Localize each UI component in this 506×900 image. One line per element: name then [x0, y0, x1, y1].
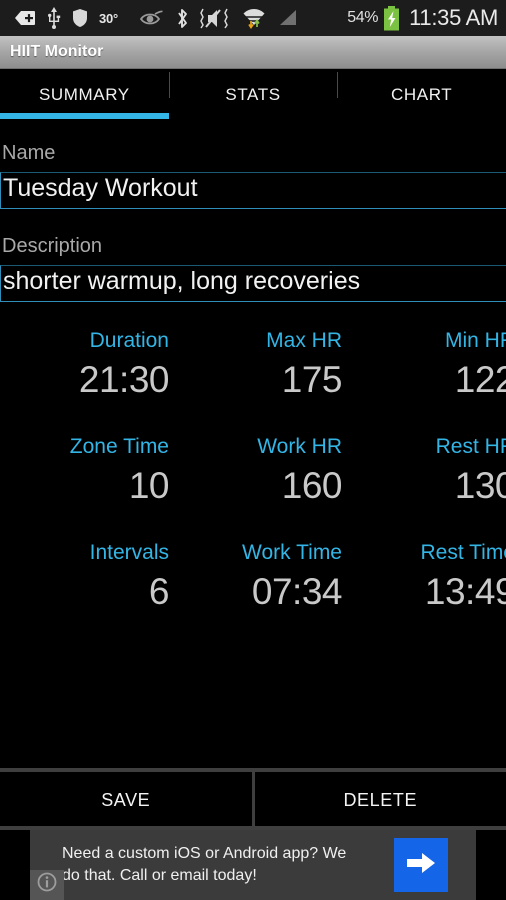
stat-zone-time: Zone Time 10 [0, 432, 173, 510]
ad-info-icon [36, 871, 58, 898]
status-bar-left-icons: 30° [14, 7, 300, 29]
stats-row: Intervals 6 Work Time 07:34 Rest Time 13… [0, 538, 506, 616]
bluetooth-icon [175, 8, 189, 29]
stat-max-hr-value: 175 [281, 359, 343, 400]
delete-button[interactable]: DELETE [251, 772, 506, 828]
button-bar: SAVE DELETE [0, 772, 506, 828]
smart-stay-eye-icon [139, 10, 164, 27]
battery-charging-icon [383, 5, 400, 31]
stat-intervals: Intervals 6 [0, 538, 173, 616]
tab-chart[interactable]: CHART [337, 70, 506, 119]
ad-arrow-button[interactable] [394, 838, 448, 892]
stat-rest-hr: Rest HR 130 [346, 432, 506, 510]
arrow-right-icon [405, 850, 437, 881]
status-bar-right: 54% 11:35 AM [347, 5, 498, 31]
stat-work-time-label: Work Time [242, 541, 342, 564]
usb-icon [47, 7, 61, 29]
summary-stats-grid: Duration 21:30 Max HR 175 Min HR 122 Zon… [0, 326, 506, 616]
stat-intervals-value: 6 [148, 571, 170, 612]
tab-stats[interactable]: STATS [168, 70, 338, 119]
ad-info-badge[interactable] [30, 870, 64, 900]
stat-min-hr-value: 122 [454, 359, 506, 400]
name-field-label: Name [2, 142, 56, 164]
tab-bar: SUMMARY STATS CHART [0, 70, 506, 119]
stat-max-hr-label: Max HR [266, 329, 342, 352]
stats-row: Duration 21:30 Max HR 175 Min HR 122 [0, 326, 506, 404]
wifi-icon [241, 8, 267, 29]
name-input[interactable] [0, 172, 506, 209]
stat-work-hr: Work HR 160 [173, 432, 346, 510]
mute-vibrate-icon [200, 8, 230, 29]
description-input[interactable] [0, 265, 506, 302]
stat-zone-time-value: 10 [128, 465, 170, 506]
stat-rest-time: Rest Time 13:49 [346, 538, 506, 616]
signal-icon [278, 9, 300, 27]
stat-min-hr-label: Min HR [444, 329, 506, 352]
stat-intervals-label: Intervals [89, 541, 169, 564]
stat-zone-time-label: Zone Time [69, 435, 169, 458]
stats-row: Zone Time 10 Work HR 160 Rest HR 130 [0, 432, 506, 510]
tab-summary-label: SUMMARY [38, 84, 130, 104]
battery-percent-label: 54% [347, 9, 379, 26]
temperature-indicator: 30° [99, 10, 119, 26]
clock-label: 11:35 AM [409, 5, 498, 30]
stat-min-hr: Min HR 122 [346, 326, 506, 404]
ad-banner-text: Need a custom iOS or Android app? We do … [62, 845, 347, 884]
save-button[interactable]: SAVE [0, 772, 252, 828]
app-title: HIIT Monitor [10, 43, 104, 60]
tab-summary[interactable]: SUMMARY [0, 70, 169, 119]
tab-stats-label: STATS [225, 84, 281, 104]
stat-duration-value: 21:30 [78, 359, 170, 400]
stat-work-hr-label: Work HR [257, 435, 342, 458]
stat-work-hr-value: 160 [281, 465, 343, 506]
ad-banner[interactable]: Need a custom iOS or Android app? We do … [30, 830, 476, 900]
stat-rest-hr-label: Rest HR [435, 435, 506, 458]
app-screen: 30° 54% 11:35 AM HIIT Monitor SUMMARY ST… [0, 0, 506, 900]
stat-work-time: Work Time 07:34 [173, 538, 346, 616]
tab-active-indicator [0, 113, 169, 119]
stat-rest-time-value: 13:49 [424, 571, 506, 612]
app-title-bar: HIIT Monitor [0, 36, 506, 69]
status-bar: 30° 54% 11:35 AM [0, 0, 506, 36]
shield-icon [72, 8, 88, 28]
description-field-label: Description [2, 235, 103, 257]
stat-duration-label: Duration [89, 329, 169, 352]
stat-max-hr: Max HR 175 [173, 326, 346, 404]
stat-rest-time-label: Rest Time [420, 541, 506, 564]
stat-duration: Duration 21:30 [0, 326, 173, 404]
stat-work-time-value: 07:34 [251, 571, 343, 612]
stat-rest-hr-value: 130 [454, 465, 506, 506]
tab-chart-label: CHART [391, 84, 453, 104]
add-sticker-icon [14, 9, 36, 27]
